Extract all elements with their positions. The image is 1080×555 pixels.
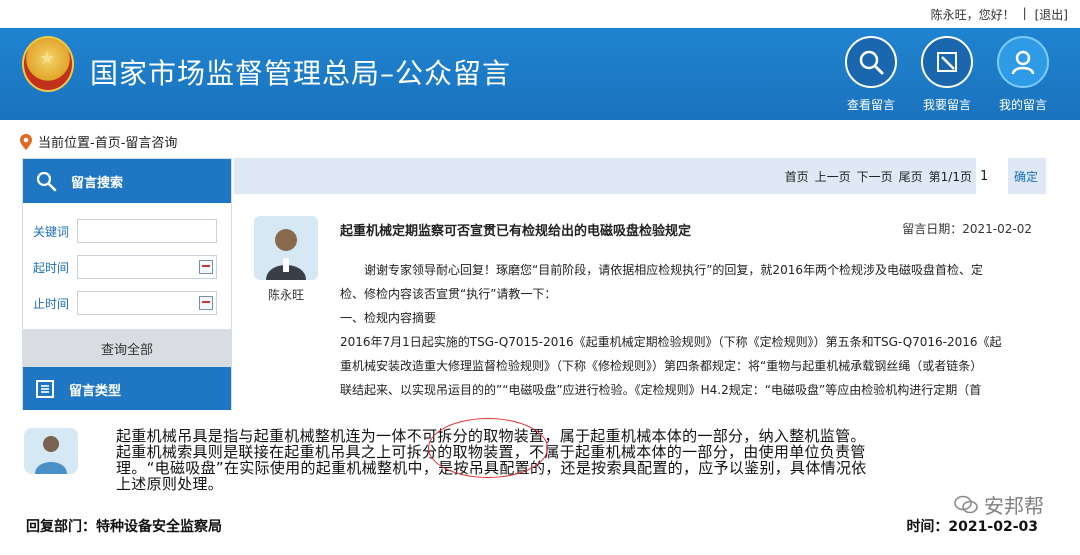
breadcrumb-text: 当前位置-首页-留言咨询 — [38, 136, 178, 151]
separator: | — [1022, 6, 1027, 20]
post-body-line: 重机械安装改造重大修理监督检验规则》（下称《修检规则》）第四条都规定：将“重物与… — [340, 359, 983, 373]
avatar — [24, 428, 78, 474]
watermark: 安邦帮 — [954, 490, 1044, 519]
post-body-line: 2016年7月1日起实施的TSG-Q7015-2016《起重机械定期检验规则》（… — [340, 335, 1002, 349]
avatar — [254, 216, 318, 280]
page-number-input[interactable]: 1 — [976, 158, 1008, 194]
nav-label-mine: 我的留言 — [998, 98, 1047, 112]
search-panel-header: 留言搜索 — [23, 159, 231, 203]
reply-text: 起重机械吊具是指与起重机械整机连为一体不可拆分的取物装置，属于起重机械本体的一部… — [116, 428, 1046, 492]
calendar-icon[interactable] — [199, 260, 213, 274]
breadcrumb: 当前位置-首页-留言咨询 — [20, 132, 177, 151]
user-icon — [997, 36, 1049, 88]
last-page-link[interactable]: 尾页 — [899, 168, 923, 185]
nav-view-messages[interactable]: 查看留言 — [844, 36, 898, 113]
start-time-label: 起时间 — [33, 260, 70, 275]
post-body-line: 检、修检内容该否宣贯“执行”请教一下： — [340, 287, 557, 301]
logout-link[interactable]: [退出] — [1035, 6, 1068, 23]
end-time-input[interactable] — [77, 291, 217, 315]
message-post: 陈永旺 起重机械定期监察可否宣贯已有检规给出的电磁吸盘检验规定 留言日期：202… — [234, 194, 1046, 410]
site-header: 国家市场监督管理总局–公众留言 查看留言 我要留言 我的留言 — [0, 28, 1080, 120]
start-time-input[interactable] — [77, 255, 217, 279]
keyword-input[interactable] — [77, 219, 217, 243]
top-user-bar: 陈永旺，您好！ | [退出] — [0, 0, 1080, 28]
search-panel-title: 留言搜索 — [71, 175, 124, 191]
reply-department: 回复部门：特种设备安全监察局 — [26, 519, 222, 535]
prev-page-link[interactable]: 上一页 — [815, 168, 851, 185]
reply-line: 理。“电磁吸盘”在实际使用的起重机械整机中，是按吊具配置的，还是按索具配置的，应… — [116, 459, 867, 477]
post-body-line: 谢谢专家领导耐心回复！琢磨您“目前阶段，请依据相应检规执行”的回复，就2016年… — [364, 263, 983, 277]
message-type-header[interactable]: 留言类型 — [23, 367, 231, 411]
post-date: 留言日期：2021-02-02 — [902, 222, 1032, 236]
confirm-page-button[interactable]: 确定 — [1014, 168, 1044, 185]
keyword-row: 关键词 — [23, 213, 231, 249]
nav-label-post: 我要留言 — [922, 98, 971, 112]
national-emblem-logo — [22, 36, 74, 92]
pagination-bar: 首页 上一页 下一页 尾页 第1/1页 1 确定 — [234, 158, 1046, 194]
search-icon — [845, 36, 897, 88]
end-time-label: 止时间 — [33, 296, 70, 311]
nav-label-view: 查看留言 — [846, 98, 895, 112]
wechat-icon — [954, 495, 978, 513]
next-page-link[interactable]: 下一页 — [857, 168, 893, 185]
reply-line: 上述原则处理。 — [116, 475, 224, 493]
post-body: 谢谢专家领导耐心回复！琢磨您“目前阶段，请依据相应检规执行”的回复，就2016年… — [340, 258, 1040, 402]
post-body-line: 一、检规内容摘要 — [340, 311, 437, 325]
post-body-line: 联结起来、以实现吊运目的的”“电磁吸盘”应进行检验。《定检规则》H4.2规定：“… — [340, 383, 982, 397]
reply-section: 起重机械吊具是指与起重机械整机连为一体不可拆分的取物装置，属于起重机械本体的一部… — [0, 410, 1080, 555]
site-title: 国家市场监督管理总局–公众留言 — [90, 57, 512, 90]
nav-my-messages[interactable]: 我的留言 — [996, 36, 1050, 113]
sidebar: 留言搜索 关键词 起时间 止时间 查询全部 留言类型 — [22, 158, 232, 411]
watermark-text: 安邦帮 — [984, 494, 1044, 518]
user-info: 陈永旺，您好！ | [退出] — [931, 6, 1068, 23]
reply-line: 起重机械吊具是指与起重机械整机连为一体不可拆分的取物装置，属于起重机械本体的一部… — [116, 427, 866, 445]
edit-icon — [921, 36, 973, 88]
end-time-row: 止时间 — [23, 285, 231, 321]
first-page-link[interactable]: 首页 — [785, 168, 809, 185]
message-type-title: 留言类型 — [69, 383, 122, 399]
keyword-label: 关键词 — [33, 224, 70, 239]
search-icon — [36, 171, 57, 192]
reply-time: 时间：2021-02-03 — [906, 519, 1038, 535]
calendar-icon[interactable] — [199, 296, 213, 310]
query-all-button[interactable]: 查询全部 — [23, 329, 231, 367]
page-status: 第1/1页 — [928, 169, 972, 184]
list-icon — [36, 380, 54, 398]
start-time-row: 起时间 — [23, 249, 231, 285]
post-title: 起重机械定期监察可否宣贯已有检规给出的电磁吸盘检验规定 — [340, 224, 692, 239]
page-root: 陈永旺，您好！ | [退出] 国家市场监督管理总局–公众留言 查看留言 我要留言 — [0, 0, 1080, 555]
highlight-annotation — [428, 418, 548, 478]
greeting-text: 陈永旺，您好！ — [930, 8, 1015, 22]
header-nav: 查看留言 我要留言 我的留言 — [844, 36, 1050, 113]
post-author: 陈永旺 — [267, 288, 304, 302]
nav-post-message[interactable]: 我要留言 — [920, 36, 974, 113]
location-pin-icon — [20, 133, 32, 150]
reply-line: 起重机械索具则是联接在起重机吊具之上可拆分的取物装置，不属于起重机械本体的一部分… — [116, 443, 866, 461]
